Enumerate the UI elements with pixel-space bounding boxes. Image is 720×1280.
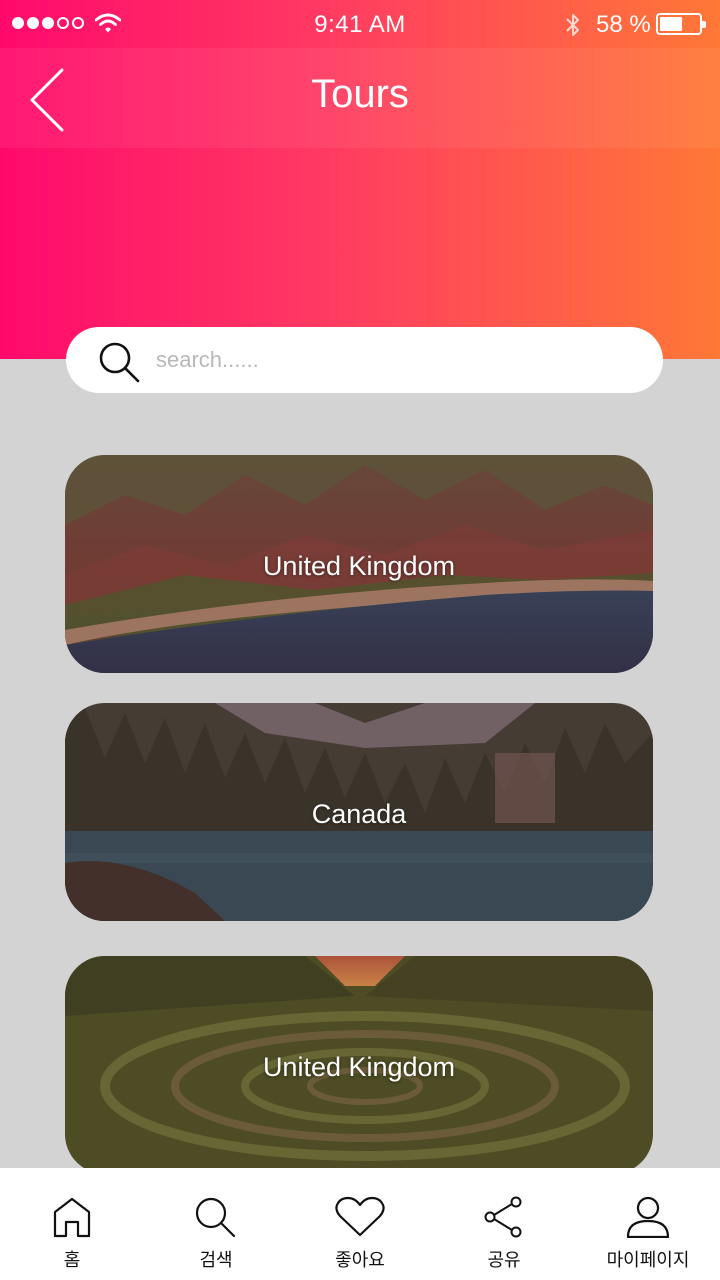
search-input[interactable] [156,337,636,383]
battery-nub [702,21,706,28]
tour-card[interactable]: Canada [65,703,653,921]
person-icon [626,1196,670,1238]
battery-fill [660,17,682,31]
tab-label: 홈 [63,1250,81,1271]
tab-my-page[interactable]: 마이페이지 [576,1168,720,1280]
bottom-tab-bar: 홈 검색 좋아요 공유 마이페이지 [0,1168,720,1280]
tour-card-label: Canada [311,799,407,829]
tour-card[interactable]: United Kingdom [65,455,653,673]
home-icon [53,1197,91,1238]
tab-label: 마이페이지 [606,1250,690,1271]
tour-card[interactable]: United Kingdom [65,956,653,1174]
tab-label: 공유 [487,1250,521,1271]
battery-percent: 58 % [596,11,651,38]
bluetooth-icon [566,14,579,36]
status-bar: 9:41 AM 58 % [0,0,720,48]
tab-label: 좋아요 [335,1250,385,1271]
heart-icon [335,1196,385,1237]
tab-search[interactable]: 검색 [144,1168,288,1280]
tab-label: 검색 [199,1250,233,1271]
navigation-bar: Tours [0,48,720,148]
search-icon [195,1197,236,1238]
tour-card-label: United Kingdom [262,1052,456,1082]
page-title: Tours [311,72,409,116]
tour-card-label: United Kingdom [262,551,456,581]
tab-likes[interactable]: 좋아요 [288,1168,432,1280]
tab-share[interactable]: 공유 [432,1168,576,1280]
search-icon [99,342,140,383]
tab-home[interactable]: 홈 [0,1168,144,1280]
search-bar[interactable] [66,327,663,393]
battery-icon [656,13,706,35]
share-icon [484,1196,522,1238]
